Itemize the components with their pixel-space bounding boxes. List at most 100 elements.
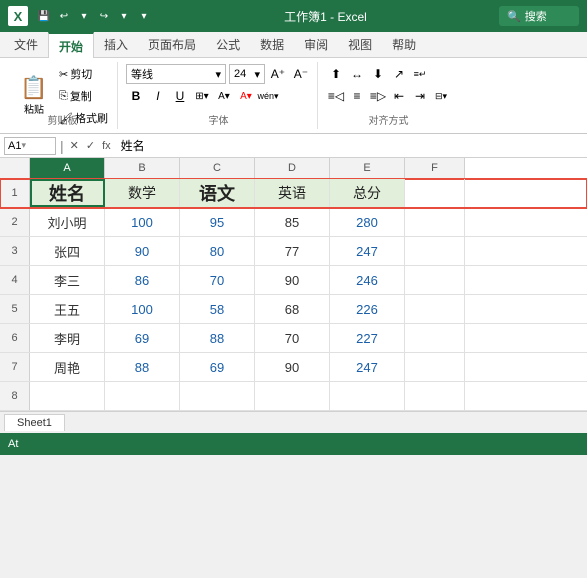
font-family-dropdown[interactable]: 等线 ▾ [126, 64, 226, 84]
cell-f4[interactable] [405, 266, 465, 294]
cell-e2[interactable]: 280 [330, 208, 405, 236]
redo-icon[interactable]: ↪ [96, 8, 112, 24]
cell-e4[interactable]: 246 [330, 266, 405, 294]
col-header-c[interactable]: C [180, 158, 255, 178]
tab-insert[interactable]: 插入 [94, 32, 138, 58]
cell-f6[interactable] [405, 324, 465, 352]
cell-e6[interactable]: 227 [330, 324, 405, 352]
row-header-5[interactable]: 5 [0, 295, 30, 323]
tab-file[interactable]: 文件 [4, 32, 48, 58]
increase-indent-button[interactable]: ⇥ [410, 86, 430, 106]
name-box[interactable]: A1 ▾ [4, 137, 56, 155]
cell-b7[interactable]: 88 [105, 353, 180, 381]
row-header-4[interactable]: 4 [0, 266, 30, 294]
align-bottom-button[interactable]: ⬇ [368, 64, 388, 84]
col-header-e[interactable]: E [330, 158, 405, 178]
align-left-button[interactable]: ≡◁ [326, 86, 346, 106]
cell-d1[interactable]: 英语 [255, 179, 330, 207]
cell-c4[interactable]: 70 [180, 266, 255, 294]
tab-view[interactable]: 视图 [338, 32, 382, 58]
wrap-text-button[interactable]: wén▾ [258, 86, 278, 106]
increase-font-button[interactable]: A⁺ [268, 64, 288, 84]
cell-e1[interactable]: 总分 [330, 179, 405, 207]
tab-review[interactable]: 审阅 [294, 32, 338, 58]
cell-b8[interactable] [105, 382, 180, 410]
cell-e5[interactable]: 226 [330, 295, 405, 323]
confirm-formula-icon[interactable]: ✓ [84, 139, 97, 152]
cell-b2[interactable]: 100 [105, 208, 180, 236]
cell-d3[interactable]: 77 [255, 237, 330, 265]
cell-c7[interactable]: 69 [180, 353, 255, 381]
cut-button[interactable]: ✂ 剪切 [56, 64, 111, 84]
cell-d7[interactable]: 90 [255, 353, 330, 381]
col-header-a[interactable]: A [30, 158, 105, 178]
cell-b4[interactable]: 86 [105, 266, 180, 294]
cell-c5[interactable]: 58 [180, 295, 255, 323]
redo-dropdown-icon[interactable]: ▾ [116, 8, 132, 24]
cell-d4[interactable]: 90 [255, 266, 330, 294]
underline-button[interactable]: U [170, 86, 190, 106]
align-top-button[interactable]: ⬆ [326, 64, 346, 84]
align-right-button[interactable]: ≡▷ [368, 86, 388, 106]
merge-center-button[interactable]: ⊟▾ [431, 86, 451, 106]
cell-b3[interactable]: 90 [105, 237, 180, 265]
cell-f1[interactable] [405, 179, 465, 207]
cell-b1[interactable]: 数学 [105, 179, 180, 207]
cell-b6[interactable]: 69 [105, 324, 180, 352]
insert-function-icon[interactable]: fx [100, 140, 113, 152]
formula-input[interactable]: 姓名 [117, 137, 583, 154]
cell-c6[interactable]: 88 [180, 324, 255, 352]
col-header-b[interactable]: B [105, 158, 180, 178]
cell-a5[interactable]: 王五 [30, 295, 105, 323]
tab-page-layout[interactable]: 页面布局 [138, 32, 206, 58]
save-icon[interactable]: 💾 [36, 8, 52, 24]
cell-a7[interactable]: 周艳 [30, 353, 105, 381]
cell-a6[interactable]: 李明 [30, 324, 105, 352]
qa-more-icon[interactable]: ▾ [136, 8, 152, 24]
cell-a4[interactable]: 李三 [30, 266, 105, 294]
sheet-tab-sheet1[interactable]: Sheet1 [4, 414, 65, 431]
cell-a8[interactable] [30, 382, 105, 410]
fill-color-button[interactable]: A▾ [214, 86, 234, 106]
undo-icon[interactable]: ↩ [56, 8, 72, 24]
cell-f3[interactable] [405, 237, 465, 265]
cell-c1[interactable]: 语文 [180, 179, 255, 207]
cell-f7[interactable] [405, 353, 465, 381]
cell-d6[interactable]: 70 [255, 324, 330, 352]
tab-formula[interactable]: 公式 [206, 32, 250, 58]
row-header-1[interactable]: 1 [0, 179, 30, 207]
cell-c8[interactable] [180, 382, 255, 410]
rotate-text-button[interactable]: ↗ [389, 64, 409, 84]
cell-e7[interactable]: 247 [330, 353, 405, 381]
decrease-font-button[interactable]: A⁻ [291, 64, 311, 84]
row-header-2[interactable]: 2 [0, 208, 30, 236]
cell-d5[interactable]: 68 [255, 295, 330, 323]
row-header-7[interactable]: 7 [0, 353, 30, 381]
cancel-formula-icon[interactable]: ✕ [68, 139, 81, 152]
italic-button[interactable]: I [148, 86, 168, 106]
align-middle-button[interactable]: ↔ [347, 64, 367, 84]
tab-home[interactable]: 开始 [48, 32, 94, 58]
search-box[interactable]: 🔍 搜索 [499, 6, 579, 26]
copy-button[interactable]: ⎘ 复制 [56, 86, 111, 106]
cell-a2[interactable]: 刘小明 [30, 208, 105, 236]
cell-a1[interactable]: 姓名 [30, 179, 105, 207]
border-button[interactable]: ⊞▾ [192, 86, 212, 106]
row-header-8[interactable]: 8 [0, 382, 30, 410]
align-center-button[interactable]: ≡ [347, 86, 367, 106]
cell-c2[interactable]: 95 [180, 208, 255, 236]
font-size-dropdown[interactable]: 24 ▾ [229, 64, 265, 84]
wrap-button[interactable]: ≡↵ [410, 64, 430, 84]
cell-d2[interactable]: 85 [255, 208, 330, 236]
cell-b5[interactable]: 100 [105, 295, 180, 323]
cell-a3[interactable]: 张四 [30, 237, 105, 265]
tab-help[interactable]: 帮助 [382, 32, 426, 58]
row-header-3[interactable]: 3 [0, 237, 30, 265]
undo-dropdown-icon[interactable]: ▾ [76, 8, 92, 24]
cell-f5[interactable] [405, 295, 465, 323]
row-header-6[interactable]: 6 [0, 324, 30, 352]
cell-f2[interactable] [405, 208, 465, 236]
cell-d8[interactable] [255, 382, 330, 410]
bold-button[interactable]: B [126, 86, 146, 106]
col-header-d[interactable]: D [255, 158, 330, 178]
